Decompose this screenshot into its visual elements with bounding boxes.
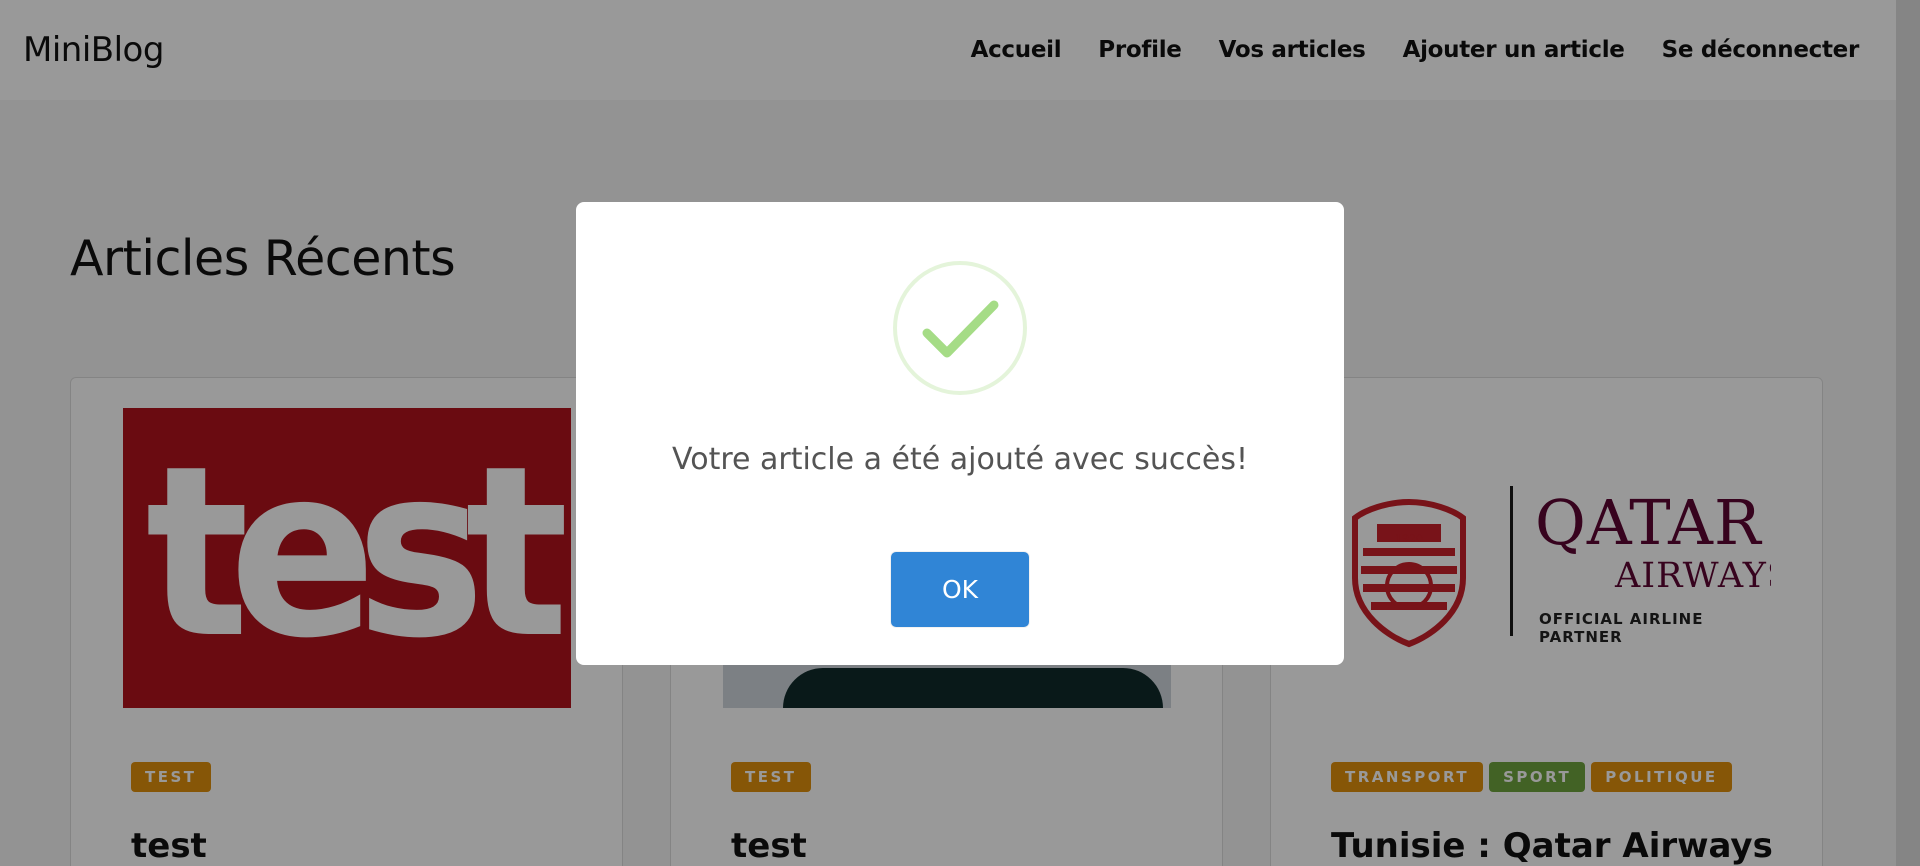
- success-dialog: Votre article a été ajouté avec succès! …: [576, 202, 1344, 665]
- success-check-icon: [893, 261, 1027, 395]
- dialog-message: Votre article a été ajouté avec succès!: [672, 442, 1248, 477]
- ok-button[interactable]: OK: [891, 552, 1029, 627]
